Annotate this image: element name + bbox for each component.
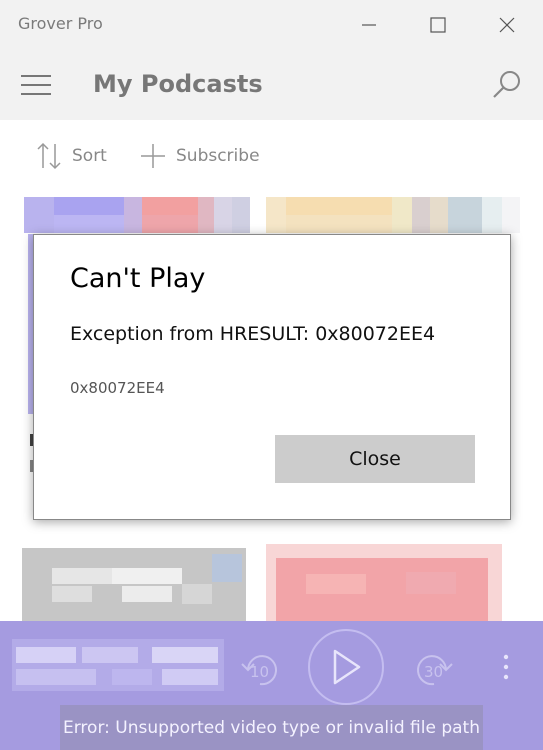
error-dialog: Can't Play Exception from HRESULT: 0x800…	[33, 234, 511, 520]
minimize-icon	[362, 24, 376, 26]
play-icon	[333, 649, 361, 685]
subscribe-button[interactable]: Subscribe	[140, 140, 260, 172]
dialog-error-code: 0x80072EE4	[70, 379, 165, 397]
maximize-button[interactable]	[415, 0, 461, 50]
sort-button[interactable]: Sort	[36, 140, 107, 172]
title-bar: Grover Pro	[0, 0, 543, 50]
podcast-tile[interactable]	[24, 197, 250, 233]
dialog-title: Can't Play	[70, 263, 206, 294]
hamburger-icon	[21, 75, 51, 95]
search-icon	[493, 71, 520, 98]
sort-label: Sort	[72, 146, 107, 166]
maximize-icon	[430, 17, 446, 33]
play-button[interactable]	[308, 629, 384, 705]
rewind-seconds: 10	[250, 663, 270, 681]
forward-seconds: 30	[424, 663, 444, 681]
subscribe-label: Subscribe	[176, 146, 260, 166]
menu-button[interactable]	[18, 68, 54, 102]
search-button[interactable]	[488, 67, 526, 103]
page-title: My Podcasts	[93, 70, 263, 98]
podcast-tile[interactable]	[266, 544, 502, 623]
sort-icon	[37, 142, 61, 170]
plus-icon	[141, 144, 165, 168]
more-button[interactable]	[494, 649, 518, 685]
app-header: My Podcasts	[0, 50, 543, 120]
podcast-tile[interactable]	[22, 548, 246, 623]
close-icon	[499, 17, 515, 33]
minimize-button[interactable]	[346, 0, 392, 50]
close-window-button[interactable]	[484, 0, 530, 50]
now-playing-info[interactable]	[12, 639, 224, 691]
command-bar: Sort Subscribe	[0, 120, 543, 192]
dialog-message: Exception from HRESULT: 0x80072EE4	[70, 323, 436, 345]
dialog-close-button[interactable]: Close	[275, 435, 475, 483]
more-icon	[503, 654, 509, 680]
rewind-button[interactable]: 10	[236, 645, 284, 695]
error-toast: Error: Unsupported video type or invalid…	[60, 705, 483, 750]
podcast-tile[interactable]	[266, 197, 520, 233]
app-title: Grover Pro	[18, 14, 103, 33]
forward-button[interactable]: 30	[410, 645, 458, 695]
